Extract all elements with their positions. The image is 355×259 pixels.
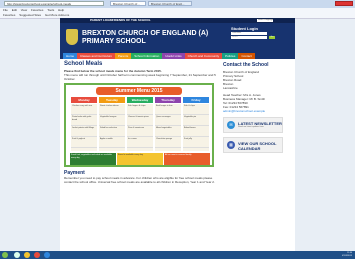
menu-footer-note-1: Fresh fruit, vegetables and salad are av… — [70, 153, 116, 165]
menu-cell: Salad bar selection — [99, 126, 125, 137]
school-name: BREXTON CHURCH OF ENGLAND (A) PRIMARY SC… — [82, 30, 208, 46]
school-name-line1: BREXTON CHURCH OF ENGLAND (A) — [82, 30, 209, 37]
contact-address: Brexton Church of England Primary School… — [223, 70, 291, 90]
username-input[interactable]: Username — [231, 32, 267, 35]
day-tuesday: Tuesday — [99, 97, 125, 103]
menu-cell: Beef burger in bun — [155, 104, 181, 115]
menu-cell: Fruit & yoghurt — [71, 137, 97, 148]
menu-col-thursday: Beef burger in bun Quorn sausages Mixed … — [155, 104, 181, 151]
menu-tools[interactable]: Tools — [47, 8, 54, 12]
calendar-icon: ▦ — [227, 141, 235, 149]
login-box: Student Login Username •••••••• Go — [231, 26, 291, 48]
browser-tab-1[interactable]: Brexton Church of... — [110, 1, 146, 6]
contact-details: Head Teacher: Mrs A. Jones Business Mana… — [223, 93, 291, 113]
menu-cell: Mixed vegetables — [155, 126, 181, 137]
day-monday: Monday — [71, 97, 97, 103]
menu-footer-note-2: Bread is available every day — [117, 153, 163, 165]
calendar-button[interactable]: ▦ VIEW OUR SCHOOL CALENDAR — [223, 137, 283, 153]
clock[interactable]: 11:30 07/09/2015 — [342, 252, 352, 258]
menu-cell: Chocolate sponge — [155, 137, 181, 148]
menu-col-friday: Fish & chips Vegetable pie Baked beans F… — [183, 104, 209, 151]
menu-title: Summer Menu 2015 — [96, 87, 182, 95]
menu-cell: Roast chicken dinner — [99, 104, 125, 115]
menu-cell: Pasta bake with garlic bread — [71, 115, 97, 126]
sidebar: Contact the School Brexton Church of Eng… — [223, 59, 291, 153]
meal-menu-image: Summer Menu 2015 Monday Tuesday Wednesda… — [64, 83, 214, 167]
school-crest-logo — [66, 29, 78, 45]
school-name-line2: PRIMARY SCHOOL — [82, 38, 146, 45]
contact-heading: Contact the School — [223, 62, 269, 68]
menu-help[interactable]: Help — [58, 8, 64, 12]
taskbar: 11:30 07/09/2015 — [0, 251, 355, 259]
day-wednesday: Wednesday — [127, 97, 153, 103]
suggested-sites-link[interactable]: Suggested Sites — [19, 13, 41, 17]
address-bar[interactable]: http://www.brextonschool.example/school-… — [4, 1, 104, 6]
menu-cell: Fish fingers & chips — [127, 104, 153, 115]
app-taskbar-icon[interactable] — [34, 252, 40, 258]
web-page: PARENT LOGIN FRIENDS OF THE SCHOOL Selec… — [60, 18, 295, 251]
browser-tab-2[interactable]: Brexton Church of Engl... — [148, 1, 192, 6]
payment-text: Remember you need to pay school meals in… — [64, 176, 215, 184]
login-go-button[interactable]: Go — [269, 36, 275, 39]
menu-cell: Jacket potato with fillings — [71, 126, 97, 137]
favorites-link[interactable]: Favorites — [3, 13, 15, 17]
main-column: School Meals Please find below the schoo… — [64, 59, 219, 184]
menu-edit[interactable]: Edit — [12, 8, 17, 12]
login-title: Student Login — [231, 26, 258, 31]
menu-view[interactable]: View — [21, 8, 27, 12]
menu-cell: Baked beans — [183, 126, 209, 137]
ie-taskbar-icon[interactable] — [14, 252, 20, 258]
newsletter-button[interactable]: ✉ LATEST NEWSLETTER Read our latest upda… — [223, 117, 283, 133]
language-select[interactable]: Select Language — [257, 19, 273, 22]
menu-col-monday: Chicken curry with rice Pasta bake with … — [71, 104, 97, 151]
intro-text: This menu will run through until October… — [64, 73, 216, 81]
menu-col-tuesday: Roast chicken dinner Vegetable lasagne S… — [99, 104, 125, 151]
menu-favorites[interactable]: Favorites — [31, 8, 43, 12]
app-taskbar-icon-2[interactable] — [44, 252, 50, 258]
newsletter-sub: Read our latest updates here — [238, 126, 264, 128]
menu-footer-note-3: All our meat is sourced locally — [164, 153, 210, 165]
email-link[interactable]: admin@brextonschool.example — [223, 109, 291, 113]
explorer-taskbar-icon[interactable] — [24, 252, 30, 258]
menu-cell: Chicken curry with rice — [71, 104, 97, 115]
address-line: Lancashire — [223, 86, 238, 90]
start-button-icon[interactable] — [2, 252, 8, 258]
menu-cell: Ice cream — [127, 137, 153, 148]
menu-cell: Fruit jelly — [183, 137, 209, 148]
day-friday: Friday — [183, 97, 209, 103]
password-input[interactable]: •••••••• — [231, 36, 267, 39]
menu-cell: Quorn sausages — [155, 115, 181, 126]
menu-cell: Vegetable lasagne — [99, 115, 125, 126]
site-header: BREXTON CHURCH OF ENGLAND (A) PRIMARY SC… — [60, 23, 295, 53]
menu-cell: Fish & chips — [183, 104, 209, 115]
menu-grid: Chicken curry with rice Pasta bake with … — [70, 104, 210, 151]
calendar-title: VIEW OUR SCHOOL CALENDAR — [238, 141, 277, 151]
addons-link[interactable]: Get More Add-ons — [45, 13, 69, 17]
menu-file[interactable]: File — [3, 8, 8, 12]
menu-cell: Cheese & tomato pizza — [127, 115, 153, 126]
clock-date: 07/09/2015 — [341, 255, 352, 257]
day-thursday: Thursday — [155, 97, 181, 103]
menu-cell: Vegetable pie — [183, 115, 209, 126]
window-controls[interactable] — [335, 1, 353, 6]
menu-cell: Peas & sweetcorn — [127, 126, 153, 137]
menu-footer: Fresh fruit, vegetables and salad are av… — [70, 153, 210, 165]
page-title: School Meals — [64, 61, 103, 67]
menu-col-wednesday: Fish fingers & chips Cheese & tomato piz… — [127, 104, 153, 151]
menu-cell: Apple crumble — [99, 137, 125, 148]
menu-days: Monday Tuesday Wednesday Thursday Friday — [70, 97, 210, 103]
newsletter-icon: ✉ — [227, 121, 235, 129]
